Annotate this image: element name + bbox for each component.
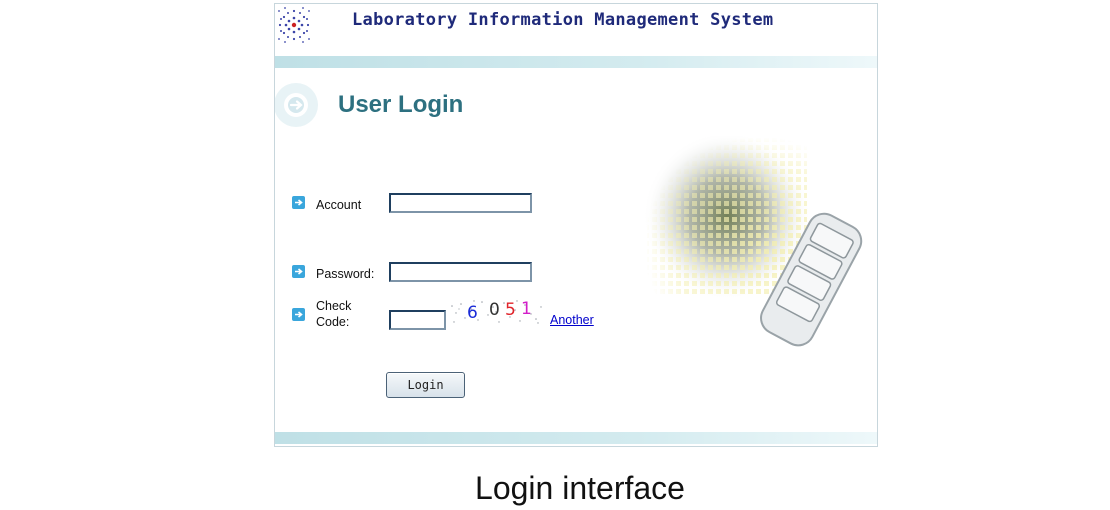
dotted-swirl-logo-icon xyxy=(278,7,310,43)
footer-band xyxy=(275,432,877,444)
login-window: Laboratory Information Management System… xyxy=(274,3,878,447)
header: Laboratory Information Management System xyxy=(275,4,877,56)
password-label: Password: xyxy=(316,267,375,281)
captcha-image: 6 0 5 1 xyxy=(447,298,547,326)
captcha-digit: 6 xyxy=(467,303,478,323)
arrow-right-icon xyxy=(292,265,305,278)
arrow-right-icon xyxy=(292,308,305,321)
check-code-label-line1: Check xyxy=(316,299,352,313)
captcha-digit: 0 xyxy=(489,300,500,320)
page-title: User Login xyxy=(338,91,464,118)
arrow-circle-icon xyxy=(275,83,318,127)
another-captcha-link[interactable]: Another xyxy=(550,313,594,327)
app-title: Laboratory Information Management System xyxy=(352,10,774,30)
login-button[interactable]: Login xyxy=(386,372,465,398)
account-input[interactable] xyxy=(389,193,532,213)
arrow-right-icon xyxy=(292,196,305,209)
lab-data-illustration xyxy=(643,136,863,347)
header-divider-band xyxy=(275,56,877,68)
captcha-digit: 1 xyxy=(521,299,532,319)
captcha-digit: 5 xyxy=(505,300,516,320)
figure-caption: Login interface xyxy=(475,470,685,506)
password-input[interactable] xyxy=(389,262,532,282)
account-label: Account xyxy=(316,198,362,212)
check-code-input[interactable] xyxy=(389,310,446,330)
check-code-label-line2: Code: xyxy=(316,315,350,329)
